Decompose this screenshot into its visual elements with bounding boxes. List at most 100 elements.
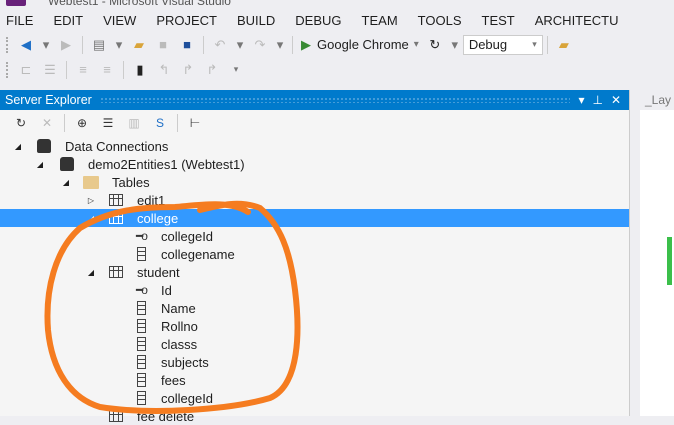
tree-item[interactable]: fees (0, 371, 629, 389)
tree-item-label: collegename (161, 246, 235, 262)
uncomment-icon[interactable]: ≡ (99, 62, 115, 78)
collapse-arrow-icon[interactable]: ◢ (61, 178, 71, 187)
tree-item[interactable]: subjects (0, 353, 629, 371)
table-icon (108, 211, 124, 225)
text-editor-toolbar: ⊏ ☰ ≡ ≡ ▮ ↰ ↱ ↱ ▾ (0, 58, 248, 81)
connect-database-icon[interactable]: ⊕ (74, 115, 90, 131)
tree-item-label: Data Connections (65, 138, 169, 154)
tree-item-label: collegeId (161, 228, 214, 244)
menu-view[interactable]: VIEW (97, 11, 144, 31)
folder-icon (83, 175, 99, 189)
tree-item-label: classs (161, 336, 198, 352)
object-browser-icon[interactable]: ⊢ (187, 115, 203, 131)
collapse-arrow-icon[interactable]: ◢ (13, 142, 23, 151)
key-icon: ━o (136, 283, 148, 297)
tab-layout[interactable]: _Lay (645, 93, 671, 107)
tree-item[interactable]: fee delete (0, 407, 629, 425)
configuration-select[interactable]: Debug ▾ (462, 34, 543, 55)
bookmark-icon[interactable]: ▮ (132, 62, 148, 78)
indent-icon[interactable]: ☰ (42, 62, 58, 78)
tree-item[interactable]: ◢ student (0, 263, 629, 281)
comment-icon[interactable]: ≡ (75, 62, 91, 78)
close-icon[interactable]: ✕ (611, 93, 621, 107)
tree-item[interactable]: ◢ Tables (0, 173, 629, 191)
connect-sharepoint-icon[interactable]: S (152, 115, 168, 131)
dropdown-icon[interactable]: ▾ (276, 37, 284, 53)
menu-tools[interactable]: TOOLS (412, 11, 470, 31)
dropdown-icon: ▾ (413, 39, 419, 50)
undo-icon[interactable]: ↶ (212, 37, 228, 53)
dropdown-icon[interactable]: ▾ (451, 37, 459, 53)
key-icon: ━o (136, 229, 148, 243)
column-icon (133, 301, 149, 315)
collapse-arrow-icon[interactable]: ◢ (86, 268, 96, 277)
refresh-icon[interactable]: ↻ (427, 37, 443, 53)
collapse-arrow-icon[interactable]: ◢ (35, 160, 45, 169)
tree-item-label: Rollno (161, 318, 198, 334)
overflow-icon[interactable]: ▾ (228, 62, 244, 78)
server-explorer-panel: Server Explorer ▾ ⊥ ✕ ↻ ✕ ⊕ ☰ ▥ S ⊢ ◢ Dat… (0, 90, 630, 424)
menu-architectu[interactable]: ARCHITECTU (529, 11, 627, 31)
window-position-icon[interactable]: ▾ (578, 93, 584, 107)
tree-item[interactable]: ◢ demo2Entities1 (Webtest1) (0, 155, 629, 173)
open-file-icon[interactable]: ▰ (131, 37, 147, 53)
column-icon (133, 247, 149, 261)
tree-item[interactable]: collegename (0, 245, 629, 263)
new-project-icon[interactable]: ▤ (91, 37, 107, 53)
menu-edit[interactable]: EDIT (47, 11, 91, 31)
menu-team[interactable]: TEAM (356, 11, 406, 31)
pin-icon[interactable]: ⊥ (592, 93, 602, 107)
menu-project[interactable]: PROJECT (150, 11, 225, 31)
column-icon (133, 355, 149, 369)
refresh-icon[interactable]: ↻ (13, 115, 29, 131)
save-icon[interactable]: ■ (155, 37, 171, 53)
tree-item-label: subjects (161, 354, 209, 370)
play-icon: ▶ (301, 36, 311, 52)
dropdown-icon[interactable]: ▾ (236, 37, 244, 53)
expand-arrow-icon[interactable]: ▷ (86, 196, 96, 205)
back-icon[interactable]: ◀ (18, 37, 34, 53)
prev-bookmark-icon[interactable]: ↰ (156, 62, 172, 78)
tree-item[interactable]: ━o collegeId (0, 227, 629, 245)
toolbar-grip[interactable] (6, 36, 10, 53)
menu-debug[interactable]: DEBUG (289, 11, 349, 31)
clear-bookmarks-icon[interactable]: ↱ (204, 62, 220, 78)
tree-item-label: edit1 (137, 192, 166, 208)
tree-item[interactable]: ▷ edit1 (0, 191, 629, 209)
dropdown-icon[interactable]: ▾ (42, 37, 50, 53)
column-icon (133, 373, 149, 387)
menu-file[interactable]: FILE (0, 11, 41, 31)
outdent-icon[interactable]: ⊏ (18, 62, 34, 78)
connect-server-icon[interactable]: ☰ (100, 115, 116, 131)
start-debugging-button[interactable]: ▶ Google Chrome ▾ (301, 37, 419, 53)
collapse-arrow-icon[interactable]: ◢ (86, 214, 96, 223)
stop-icon[interactable]: ✕ (39, 115, 55, 131)
chevron-down-icon: ▾ (532, 39, 537, 49)
table-icon (108, 265, 124, 279)
dropdown-icon[interactable]: ▾ (115, 37, 123, 53)
tree-item[interactable]: collegeId (0, 389, 629, 407)
column-icon (133, 391, 149, 405)
save-all-icon[interactable]: ■ (179, 37, 195, 53)
tree-item-label: fees (161, 372, 186, 388)
forward-icon[interactable]: ▶ (58, 37, 74, 53)
tree-item[interactable]: ━o Id (0, 281, 629, 299)
tree-item[interactable]: classs (0, 335, 629, 353)
tree-item[interactable]: Name (0, 299, 629, 317)
find-icon[interactable]: ▰ (556, 37, 572, 53)
tree-item[interactable]: ◢ Data Connections (0, 137, 629, 155)
tree-item[interactable]: Rollno (0, 317, 629, 335)
toolbar-grip[interactable] (6, 61, 10, 78)
tree-item[interactable]: ◢ college (0, 209, 629, 227)
redo-icon[interactable]: ↷ (252, 37, 268, 53)
tree-item-label: college (137, 210, 179, 226)
menu-test[interactable]: TEST (476, 11, 523, 31)
next-bookmark-icon[interactable]: ↱ (180, 62, 196, 78)
panel-title: Server Explorer (5, 93, 92, 107)
menu-build[interactable]: BUILD (231, 11, 283, 31)
connect-azure-icon[interactable]: ▥ (126, 115, 142, 131)
tree-item-label: collegeId (161, 390, 214, 406)
standard-toolbar: ◀ ▾ ▶ ▤ ▾ ▰ ■ ■ ↶ ▾ ↷ ▾ ▶ Google Chrome … (0, 33, 576, 56)
run-target-label: Google Chrome (317, 37, 409, 52)
tree-item-label: student (137, 264, 180, 280)
